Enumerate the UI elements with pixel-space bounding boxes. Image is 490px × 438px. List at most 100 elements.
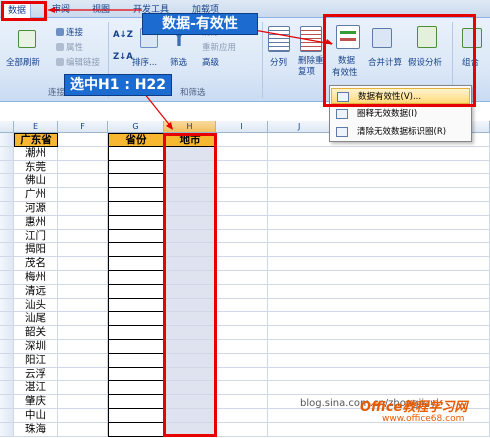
province-cell[interactable]: [108, 188, 164, 202]
city-cell[interactable]: 惠州: [14, 215, 58, 230]
city-cell[interactable]: 韶关: [14, 326, 58, 340]
empty-cell[interactable]: [58, 367, 108, 382]
province-cell[interactable]: [108, 284, 164, 299]
text-to-columns-icon[interactable]: [268, 26, 290, 52]
empty-cell[interactable]: [58, 409, 108, 423]
province-cell[interactable]: [108, 174, 164, 189]
empty-cell[interactable]: [216, 409, 268, 423]
empty-cell[interactable]: [216, 381, 268, 396]
row-header[interactable]: [0, 353, 14, 368]
empty-cell[interactable]: [58, 160, 108, 175]
empty-cell[interactable]: [268, 367, 490, 382]
empty-cell[interactable]: [216, 271, 268, 285]
cell-g1[interactable]: 省份: [108, 133, 164, 147]
empty-cell[interactable]: [216, 340, 268, 354]
row-header[interactable]: [0, 422, 14, 437]
row-header[interactable]: [0, 284, 14, 299]
empty-cell[interactable]: [268, 284, 490, 299]
empty-cell[interactable]: [58, 340, 108, 354]
column-header-h[interactable]: H: [164, 121, 216, 133]
city-cell[interactable]: 佛山: [14, 174, 58, 189]
refresh-all-button[interactable]: 全部刷新: [6, 56, 40, 68]
spreadsheet-grid[interactable]: 广东省 省份 地市 潮州 东莞 佛山 广州 河源 惠州 江门 揭阳 茂名 梅州 清远 汕头 汕尾 韶关 深圳 阳江云…: [0, 133, 490, 438]
empty-cell[interactable]: [216, 298, 268, 313]
empty-cell[interactable]: [216, 215, 268, 230]
empty-cell[interactable]: [58, 312, 108, 327]
city-cell[interactable]: 东莞: [14, 160, 58, 175]
empty-cell[interactable]: [216, 284, 268, 299]
row-header[interactable]: [0, 367, 14, 382]
empty-cell[interactable]: [58, 326, 108, 340]
city-cell[interactable]: 汕头: [14, 298, 58, 313]
empty-cell[interactable]: [268, 312, 490, 327]
menu-item-circle-invalid[interactable]: 圈释无效数据(I): [331, 106, 470, 122]
province-cell[interactable]: [108, 367, 164, 382]
empty-cell[interactable]: [268, 160, 490, 175]
row-header[interactable]: [0, 146, 14, 161]
empty-cell[interactable]: [216, 174, 268, 189]
empty-cell[interactable]: [268, 215, 490, 230]
empty-cell[interactable]: [58, 133, 108, 147]
empty-cell[interactable]: [268, 229, 490, 244]
empty-cell[interactable]: [268, 243, 490, 258]
empty-cell[interactable]: [58, 298, 108, 313]
column-header-f[interactable]: F: [58, 121, 108, 133]
empty-cell[interactable]: [58, 146, 108, 161]
province-cell[interactable]: [108, 271, 164, 285]
empty-cell[interactable]: [268, 202, 490, 216]
empty-cell[interactable]: [58, 422, 108, 437]
empty-cell[interactable]: [58, 243, 108, 258]
edit-links-button[interactable]: 编辑链接: [66, 56, 100, 68]
empty-cell[interactable]: [268, 188, 490, 202]
empty-cell[interactable]: [216, 188, 268, 202]
empty-cell[interactable]: [58, 215, 108, 230]
empty-cell[interactable]: [216, 133, 268, 147]
row-header[interactable]: [0, 160, 14, 175]
remove-duplicates-icon[interactable]: [300, 26, 322, 52]
empty-cell[interactable]: [58, 229, 108, 244]
empty-cell[interactable]: [268, 422, 490, 437]
province-cell[interactable]: [108, 243, 164, 258]
row-header[interactable]: [0, 243, 14, 258]
row-header[interactable]: [0, 202, 14, 216]
column-header-i[interactable]: I: [216, 121, 268, 133]
connections-button[interactable]: 连接: [66, 26, 83, 38]
province-cell[interactable]: [108, 381, 164, 396]
empty-cell[interactable]: [268, 146, 490, 161]
select-all-corner[interactable]: [0, 121, 14, 133]
row-header[interactable]: [0, 271, 14, 285]
filter-button[interactable]: 筛选: [170, 56, 187, 68]
empty-cell[interactable]: [268, 271, 490, 285]
province-cell[interactable]: [108, 312, 164, 327]
empty-cell[interactable]: [268, 326, 490, 340]
tab-view[interactable]: 视图: [92, 2, 110, 18]
city-cell[interactable]: 肇庆: [14, 395, 58, 409]
city-cell[interactable]: 茂名: [14, 257, 58, 271]
row-header[interactable]: [0, 215, 14, 230]
row-header[interactable]: [0, 395, 14, 409]
properties-button[interactable]: 属性: [66, 41, 83, 53]
province-cell[interactable]: [108, 229, 164, 244]
empty-cell[interactable]: [268, 340, 490, 354]
city-cell[interactable]: 湛江: [14, 381, 58, 396]
empty-cell[interactable]: [216, 229, 268, 244]
reapply-button[interactable]: 重新应用: [202, 41, 236, 53]
city-cell[interactable]: 深圳: [14, 340, 58, 354]
city-cell[interactable]: 云浮: [14, 367, 58, 382]
empty-cell[interactable]: [58, 353, 108, 368]
row-header[interactable]: [0, 133, 14, 147]
empty-cell[interactable]: [268, 174, 490, 189]
sort-button[interactable]: 排序...: [132, 56, 157, 68]
empty-cell[interactable]: [58, 271, 108, 285]
cell-e1[interactable]: 广东省: [14, 133, 58, 147]
tab-review[interactable]: 审阅: [52, 2, 70, 18]
province-cell[interactable]: [108, 202, 164, 216]
city-cell[interactable]: 汕尾: [14, 312, 58, 327]
row-header[interactable]: [0, 188, 14, 202]
row-header[interactable]: [0, 257, 14, 271]
row-header[interactable]: [0, 174, 14, 189]
sort-asc-button[interactable]: A↓Z: [113, 30, 133, 40]
province-cell[interactable]: [108, 326, 164, 340]
remove-duplicates-button[interactable]: 删除重复项: [298, 56, 324, 78]
city-cell[interactable]: 揭阳: [14, 243, 58, 258]
